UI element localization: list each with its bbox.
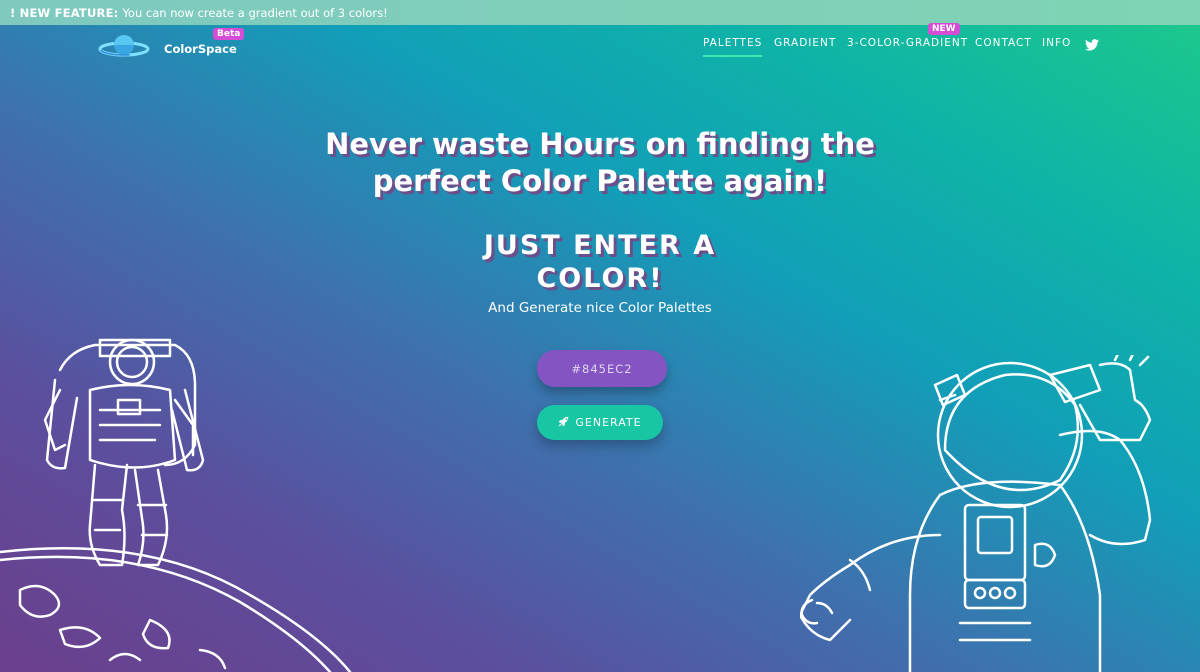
nav-item-contact[interactable]: CONTACT [975,37,1032,49]
hero-title-line2: perfect Color Palette again! [372,164,828,198]
announcement-bar: ! NEW FEATURE: You can now create a grad… [0,0,1200,25]
nav-item-palettes[interactable]: PALETTES [703,37,763,57]
astronaut-right-illustration [800,355,1152,672]
nav-item-gradient[interactable]: GRADIENT [774,37,836,49]
hero-subtitle: JUST ENTER A COLOR! [0,229,1200,295]
color-input[interactable] [537,350,667,387]
nav-item-info[interactable]: INFO [1042,37,1071,49]
hero-subtitle-line2: COLOR! [536,263,664,294]
generate-label: GENERATE [575,416,642,429]
announcement-tag: ! NEW FEATURE: [10,5,119,20]
twitter-icon[interactable] [1085,36,1099,55]
hero-title-line1: Never waste Hours on finding the [325,127,875,161]
hero-subtitle-line1: JUST ENTER A [483,230,717,261]
hero-title: Never waste Hours on finding the perfect… [0,126,1200,200]
main-nav: PALETTES GRADIENT 3-COLOR-GRADIENT CONTA… [0,37,1200,57]
hero-tagline: And Generate nice Color Palettes [488,300,712,316]
rocket-icon [558,416,569,430]
astronaut-left-illustration [0,338,352,672]
generate-button[interactable]: GENERATE [537,405,663,440]
announcement-message: You can now create a gradient out of 3 c… [122,5,388,20]
new-badge: NEW [928,23,960,35]
nav-item-3-color-gradient[interactable]: 3-COLOR-GRADIENT [847,37,968,49]
